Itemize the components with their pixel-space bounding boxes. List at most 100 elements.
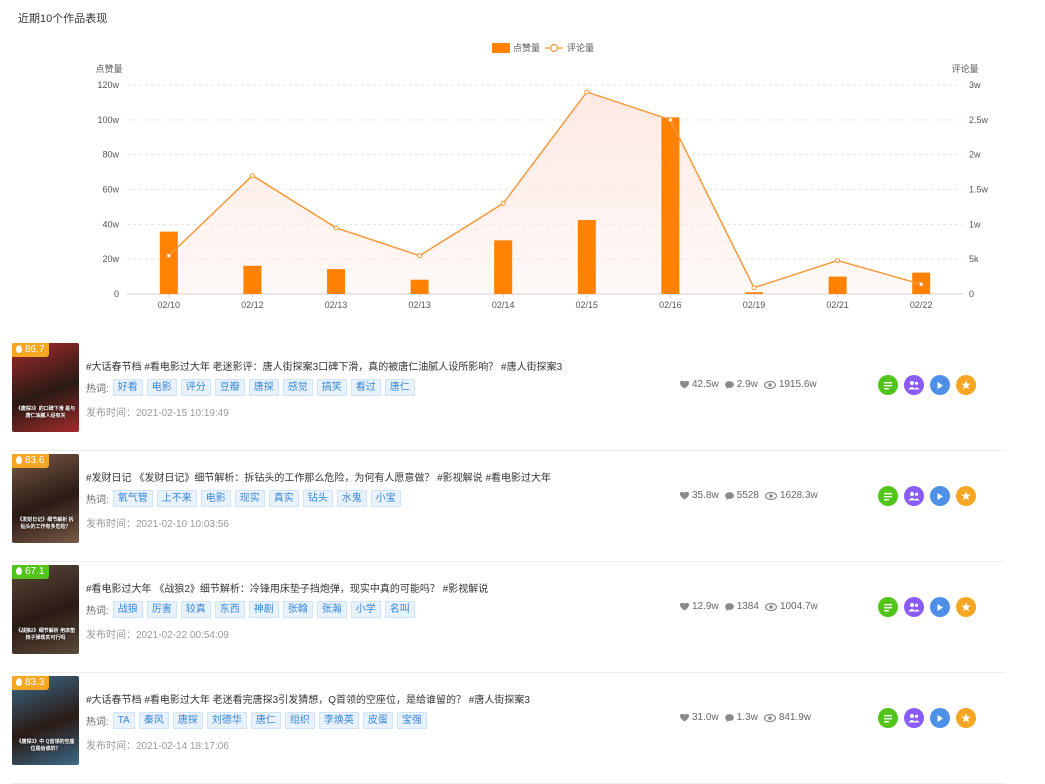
hot-word-tag[interactable]: 刘德华 (206, 712, 247, 729)
y-left-tick-label: 0 (114, 289, 119, 299)
video-actions (878, 708, 982, 728)
detail-list-button[interactable] (878, 597, 898, 617)
views-count: 841.9w (778, 712, 812, 723)
video-title[interactable]: #大话春节档 #看电影过大年 老迷影评：唐人街探案3口碑下滑，真的被唐仁油腻人设… (86, 358, 562, 373)
hot-word-tag[interactable]: 看过 (350, 379, 381, 396)
hot-word-tag[interactable]: 名叫 (384, 601, 415, 618)
hot-word-tag[interactable]: TA (112, 712, 135, 729)
star-icon (961, 713, 971, 723)
video-title[interactable]: #发财日记 《发财日记》细节解析：拆钻头的工作那么危险，为何有人愿意做？ #影视… (86, 469, 551, 484)
hot-word-tag[interactable]: 豆瓣 (214, 379, 245, 396)
video-title[interactable]: #看电影过大年 《战狼2》细节解析：冷锋用床垫子挡炮弹，现实中真的可能吗？ #影… (86, 580, 488, 595)
y-left-tick-label: 80w (102, 150, 119, 160)
likes-bar (327, 269, 345, 294)
eye-icon (763, 713, 779, 722)
video-row[interactable]: 86.7 《唐探3》的口碑下滑 是与唐仁油腻人设有关 #大话春节档 #看电影过大… (12, 340, 1005, 451)
likes-count: 42.5w (692, 379, 719, 390)
video-row[interactable]: 83.3 《唐探3》中 Q首领的空座位是给谁的？ #大话春节档 #看电影过大年 … (12, 673, 1005, 784)
comment-icon (724, 380, 737, 389)
comments-point (500, 200, 506, 206)
hot-word-tag[interactable]: 现实 (234, 490, 265, 507)
hot-word-tag[interactable]: 唐仁 (250, 712, 281, 729)
y-right-tick-label: 3w (969, 80, 981, 90)
hot-word-tag[interactable]: 上不来 (156, 490, 197, 507)
likes-bar (243, 265, 262, 294)
hot-words: 热词: 好看 电影 评分 豆瓣 唐探 感觉 搞笑 看过 唐仁 (86, 379, 415, 396)
hot-word-tag[interactable]: 皮蛋 (362, 712, 393, 729)
views-stat: 1915.6w (763, 379, 817, 390)
comment-icon (724, 491, 737, 500)
hot-word-tag[interactable]: 较真 (180, 601, 211, 618)
views-count: 1628.3w (779, 490, 818, 501)
thumbnail-caption: 《战狼2》细节解析 用床垫挡子弹现实可行吗 (15, 628, 76, 641)
x-tick-label: 02/16 (659, 300, 682, 310)
detail-list-button[interactable] (878, 375, 898, 395)
audience-button[interactable] (904, 597, 924, 617)
video-row[interactable]: 83.6 《发财日记》细节解析 拆钻头的工作有多危险？ #发财日记 《发财日记》… (12, 451, 1005, 562)
hot-word-tag[interactable]: 秦风 (138, 712, 169, 729)
hot-word-tag[interactable]: 东西 (214, 601, 245, 618)
hot-word-tag[interactable]: 组织 (284, 712, 315, 729)
video-title[interactable]: #大话春节档 #看电影过大年 老迷看完唐探3引发猜想，Q首领的空座位，是给谁留的… (86, 691, 530, 706)
hot-word-tag[interactable]: 厉害 (146, 601, 177, 618)
likes-bar (828, 276, 847, 294)
hot-word-tag[interactable]: 张翰 (282, 601, 313, 618)
hot-word-tag[interactable]: 唐探 (172, 712, 203, 729)
video-thumbnail[interactable]: 86.7 《唐探3》的口碑下滑 是与唐仁油腻人设有关 (12, 343, 79, 432)
hot-word-tag[interactable]: 真实 (268, 490, 299, 507)
favorite-button[interactable] (956, 486, 976, 506)
video-thumbnail[interactable]: 83.3 《唐探3》中 Q首领的空座位是给谁的？ (12, 676, 79, 765)
hot-word-tag[interactable]: 感觉 (282, 379, 313, 396)
video-thumbnail[interactable]: 83.6 《发财日记》细节解析 拆钻头的工作有多危险？ (12, 454, 79, 543)
detail-list-button[interactable] (878, 486, 898, 506)
y-left-tick-label: 60w (102, 185, 119, 195)
hot-word-tag[interactable]: 好看 (112, 379, 143, 396)
play-button[interactable] (930, 486, 950, 506)
play-icon (936, 381, 944, 390)
star-icon (961, 380, 971, 390)
legend-line-marker (549, 43, 559, 53)
video-thumbnail[interactable]: 67.1 《战狼2》细节解析 用床垫挡子弹现实可行吗 (12, 565, 79, 654)
y-left-axis-title: 点赞量 (95, 63, 122, 74)
favorite-button[interactable] (956, 375, 976, 395)
hot-word-tag[interactable]: 评分 (180, 379, 211, 396)
hot-word-tag[interactable]: 张瀚 (316, 601, 347, 618)
audience-button[interactable] (904, 708, 924, 728)
favorite-button[interactable] (956, 597, 976, 617)
hot-words-label: 热词: (86, 384, 109, 395)
hot-word-tag[interactable]: 唐探 (248, 379, 279, 396)
audience-button[interactable] (904, 375, 924, 395)
hot-word-tag[interactable]: 搞笑 (316, 379, 347, 396)
detail-list-button[interactable] (878, 708, 898, 728)
hot-word-tag[interactable]: 战狼 (112, 601, 143, 618)
video-actions (878, 597, 982, 617)
hot-words-label: 热词: (86, 717, 109, 728)
favorite-button[interactable] (956, 708, 976, 728)
hot-word-tag[interactable]: 李焕英 (318, 712, 359, 729)
video-stats: 35.8w 5528 1628.3w (680, 490, 824, 501)
hot-word-tag[interactable]: 神剧 (248, 601, 279, 618)
comments-point (918, 281, 924, 287)
hot-word-tag[interactable]: 钻头 (302, 490, 333, 507)
x-tick-label: 02/14 (492, 300, 515, 310)
play-button[interactable] (930, 375, 950, 395)
hot-word-tag[interactable]: 水鬼 (336, 490, 367, 507)
heart-icon (680, 380, 692, 389)
hot-word-tag[interactable]: 宝强 (396, 712, 427, 729)
play-button[interactable] (930, 708, 950, 728)
hot-word-tag[interactable]: 电影 (146, 379, 177, 396)
hot-word-tag[interactable]: 氧气管 (112, 490, 153, 507)
score-value: 83.6 (25, 455, 45, 466)
hot-word-tag[interactable]: 唐仁 (384, 379, 415, 396)
hot-word-tag[interactable]: 电影 (200, 490, 231, 507)
x-tick-label: 02/10 (158, 300, 181, 310)
play-button[interactable] (930, 597, 950, 617)
hot-word-tag[interactable]: 小学 (350, 601, 381, 618)
video-row[interactable]: 67.1 《战狼2》细节解析 用床垫挡子弹现实可行吗 #看电影过大年 《战狼2》… (12, 562, 1005, 673)
hot-word-tag[interactable]: 小宝 (370, 490, 401, 507)
y-left-tick-label: 100w (97, 115, 119, 125)
eye-icon (764, 602, 780, 611)
play-icon (936, 714, 944, 723)
audience-button[interactable] (904, 486, 924, 506)
comments-count: 1384 (736, 601, 759, 612)
